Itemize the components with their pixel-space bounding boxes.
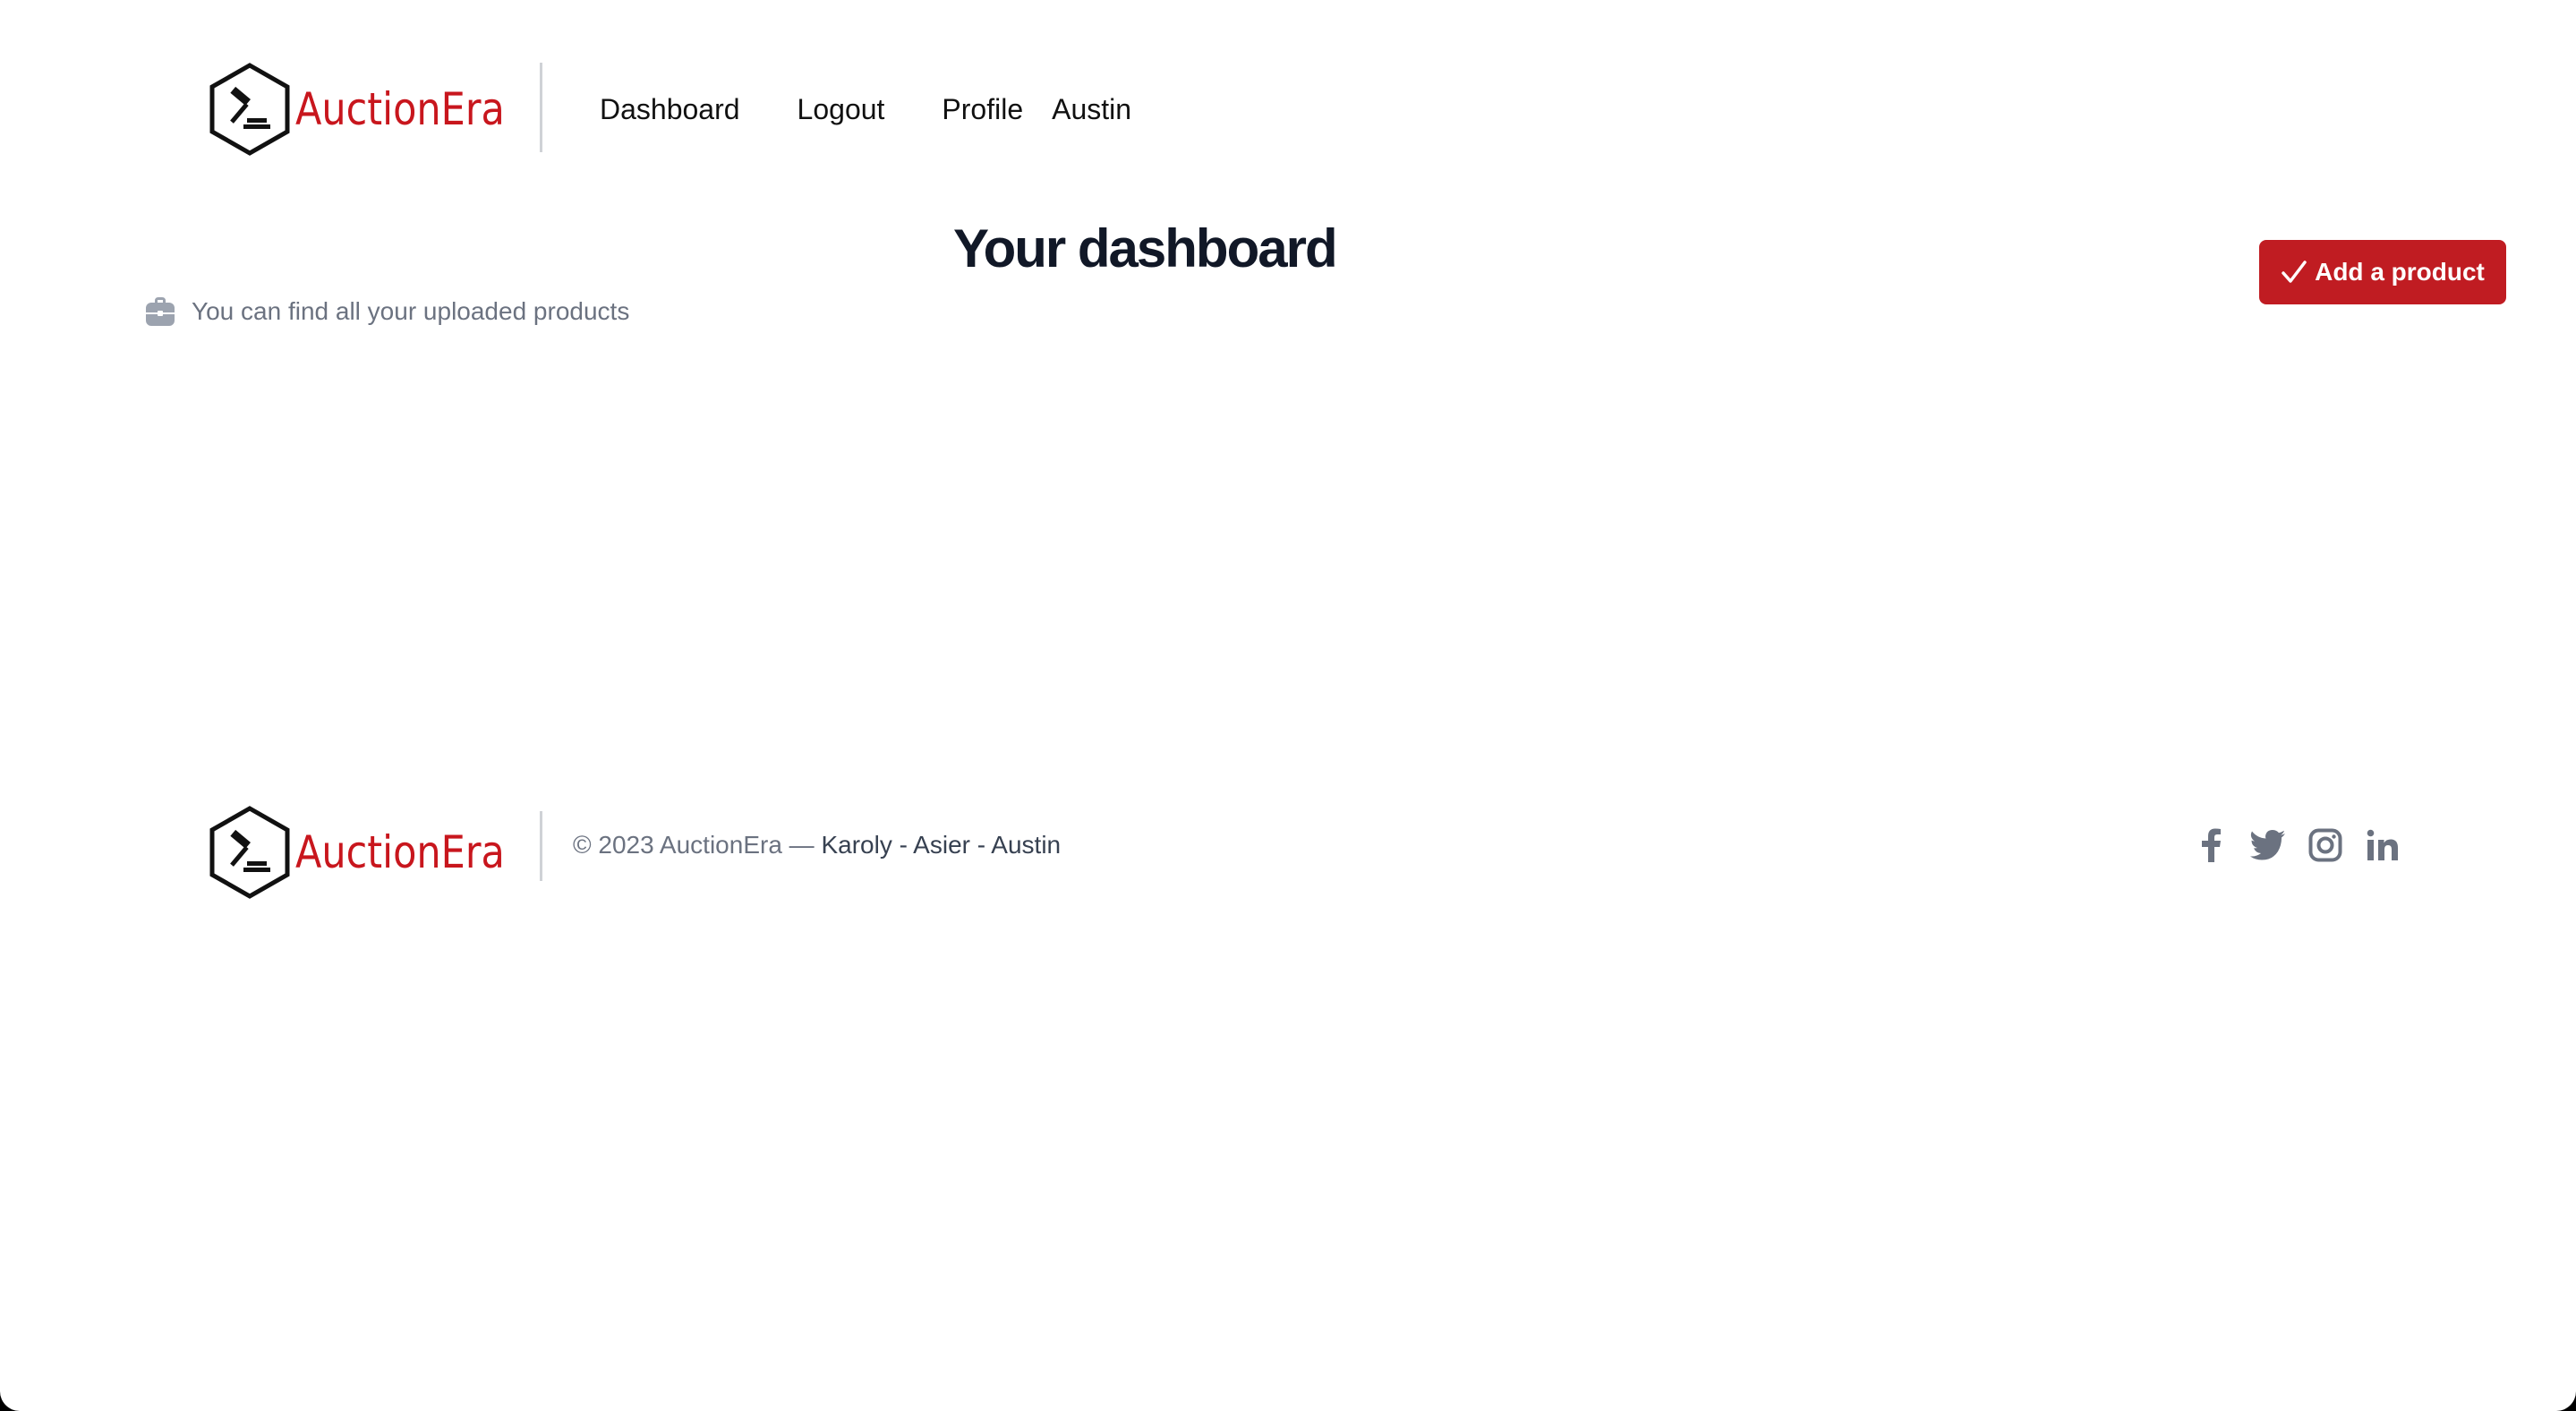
page-subtitle: You can find all your uploaded products — [145, 294, 629, 329]
check-icon — [2281, 259, 2307, 286]
footer-brand-logo[interactable]: AuctionEra — [208, 806, 539, 899]
header-divider — [540, 63, 542, 152]
subtitle-text: You can find all your uploaded products — [192, 297, 630, 325]
brand-logo[interactable]: AuctionEra — [208, 63, 539, 156]
nav-logout-link[interactable]: Logout — [798, 93, 885, 126]
footer-divider — [540, 811, 542, 881]
copyright-authors: Karoly - Asier - Austin — [821, 831, 1062, 859]
add-product-label: Add a product — [2315, 258, 2485, 286]
add-product-button[interactable]: Add a product — [2259, 240, 2506, 304]
copyright-text: © 2023 AuctionEra — — [573, 831, 815, 859]
briefcase-icon — [145, 295, 175, 328]
page-title: Your dashboard — [953, 218, 1338, 278]
brand-name: AuctionEra — [295, 83, 505, 135]
nav-profile-link[interactable]: Profile — [942, 93, 1023, 126]
header: AuctionEra Dashboard Logout Profile Aust… — [0, 0, 2576, 179]
page: AuctionEra Dashboard Logout Profile Aust… — [0, 0, 2576, 1411]
instagram-icon[interactable] — [2306, 825, 2345, 865]
facebook-icon[interactable] — [2191, 825, 2231, 865]
copyright: © 2023 AuctionEra — Karoly - Asier - Aus… — [573, 827, 1061, 863]
footer-brand-name: AuctionEra — [295, 826, 505, 878]
linkedin-icon[interactable] — [2363, 825, 2402, 865]
gavel-hexagon-icon — [209, 806, 290, 899]
nav-dashboard-link[interactable]: Dashboard — [600, 93, 740, 126]
main-nav: Dashboard Logout Profile Austin — [600, 90, 1131, 129]
footer: AuctionEra © 2023 AuctionEra — Karoly - … — [0, 788, 2576, 913]
gavel-hexagon-icon — [209, 63, 290, 156]
twitter-icon[interactable] — [2248, 825, 2288, 865]
nav-username: Austin — [1052, 92, 1132, 125]
social-links — [2191, 825, 2402, 865]
